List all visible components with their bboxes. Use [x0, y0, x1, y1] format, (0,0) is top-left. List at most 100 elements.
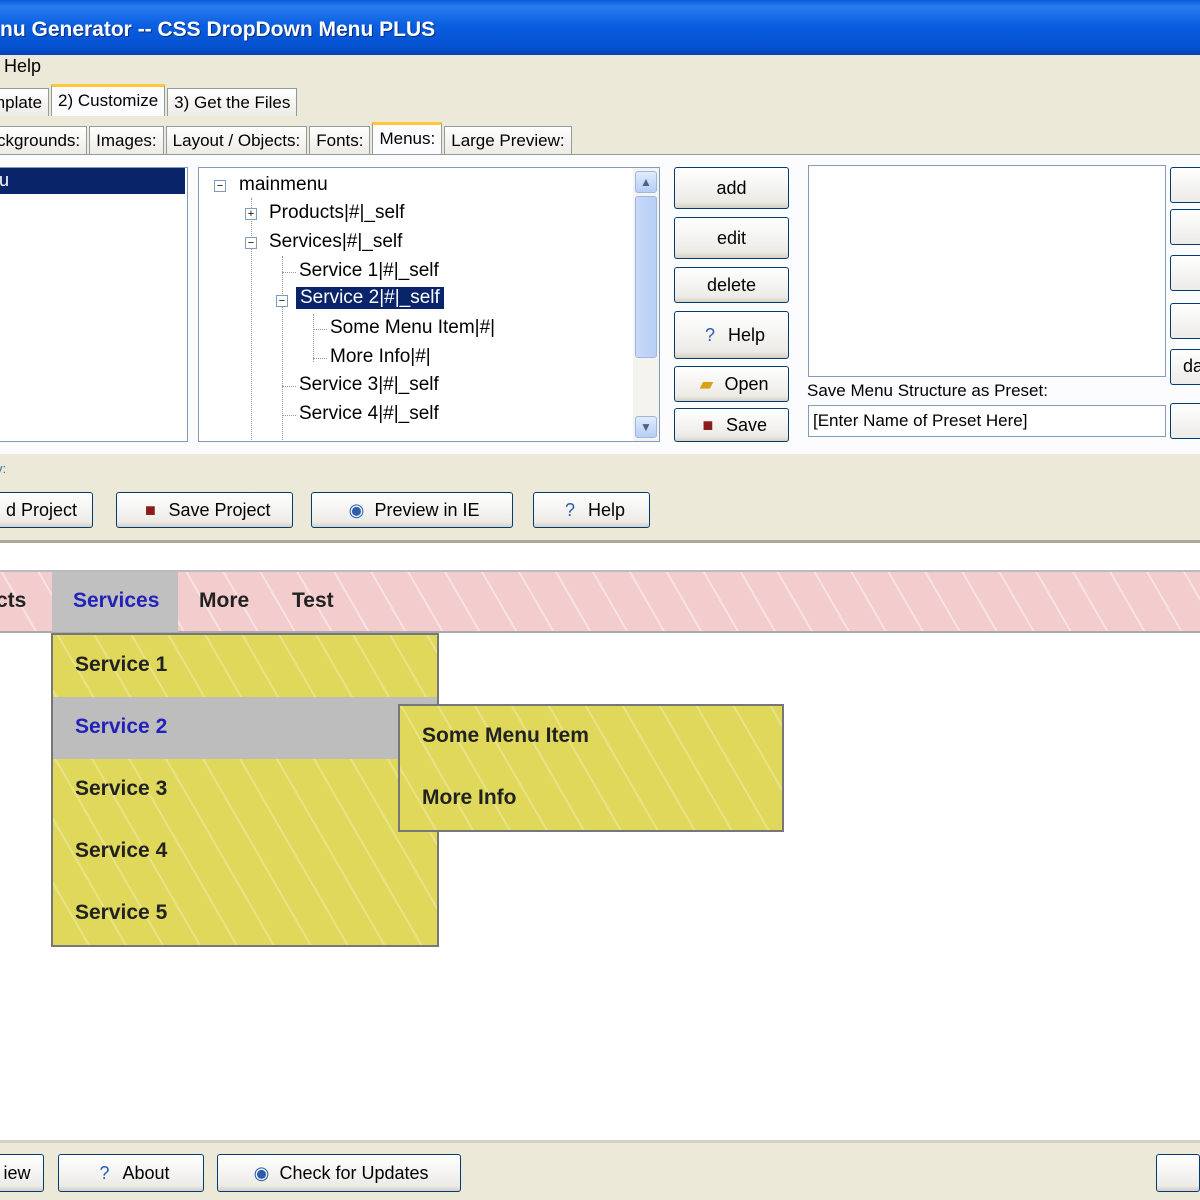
- preview-menu-products[interactable]: cts: [0, 572, 52, 632]
- preview-in-ie-button[interactable]: ◉ Preview in IE: [311, 492, 513, 528]
- menu-list-selected-item[interactable]: u: [0, 168, 185, 194]
- right-button-2[interactable]: [1170, 209, 1200, 245]
- menu-tree[interactable]: − mainmenu + Products|#|_self − Services…: [198, 167, 660, 442]
- help-icon: ?: [99, 1163, 110, 1183]
- menu-bar: Help: [0, 55, 1200, 81]
- check-updates-label: Check for Updates: [279, 1162, 429, 1183]
- edit-button[interactable]: edit: [674, 217, 789, 259]
- tree-node-service-3[interactable]: Service 3|#|_self: [299, 374, 439, 396]
- delete-button[interactable]: delete: [674, 267, 789, 303]
- add-button[interactable]: add: [674, 167, 789, 209]
- scroll-up-icon[interactable]: ▲: [635, 171, 657, 193]
- preview-dropdown-item[interactable]: Service 3: [53, 759, 437, 821]
- right-button-6[interactable]: [1170, 403, 1200, 439]
- tree-node-service-1[interactable]: Service 1|#|_self: [299, 260, 439, 282]
- right-button-5-label: da: [1183, 356, 1200, 376]
- save-project-button[interactable]: ■ Save Project: [116, 492, 293, 528]
- project-help-button[interactable]: ? Help: [533, 492, 650, 528]
- tree-node-mainmenu[interactable]: mainmenu: [239, 174, 328, 196]
- preset-name-input[interactable]: [Enter Name of Preset Here]: [808, 405, 1166, 437]
- tab-customize[interactable]: 2) Customize: [51, 84, 166, 116]
- tree-line: [313, 314, 314, 362]
- preview-submenu-item[interactable]: More Info: [400, 768, 782, 830]
- help-icon: ?: [564, 500, 575, 520]
- tree-line: [313, 358, 327, 359]
- preview-menu-more[interactable]: More: [199, 572, 249, 632]
- menu-help[interactable]: Help: [4, 56, 41, 76]
- preset-label: Save Menu Structure as Preset:: [807, 381, 1048, 400]
- tab-images[interactable]: Images:: [89, 126, 164, 154]
- tree-node-products[interactable]: Products|#|_self: [269, 202, 405, 224]
- check-updates-button[interactable]: ◉ Check for Updates: [217, 1154, 461, 1192]
- about-button[interactable]: ? About: [58, 1154, 204, 1192]
- preview-dropdown-item[interactable]: Service 5: [53, 883, 437, 945]
- menu-listbox[interactable]: u: [0, 167, 188, 442]
- tree-scrollbar[interactable]: ▲ ▼: [633, 168, 659, 441]
- right-button-3[interactable]: [1170, 255, 1200, 291]
- tree-node-some-menu-item[interactable]: Some Menu Item|#|: [330, 317, 495, 339]
- main-tabs: mplate 2) Customize 3) Get the Files: [0, 84, 299, 116]
- collapse-icon[interactable]: −: [214, 180, 226, 192]
- tab-template[interactable]: mplate: [0, 88, 50, 116]
- preset-list[interactable]: [808, 165, 1166, 377]
- eye-icon: ◉: [348, 500, 365, 520]
- preview-menu-bar: cts Services More Test: [0, 570, 1200, 633]
- preview-dropdown-item[interactable]: Service 2: [53, 697, 437, 759]
- view-button[interactable]: iew: [0, 1154, 44, 1192]
- save-project-label: Save Project: [168, 499, 271, 520]
- floppy-disk-icon: ■: [145, 500, 156, 520]
- sub-tabs: ckgrounds: Images: Layout / Objects: Fon…: [0, 122, 574, 154]
- preview-menu-test[interactable]: Test: [292, 572, 334, 632]
- save-label: Save: [725, 414, 768, 435]
- preview-submenu-item[interactable]: Some Menu Item: [400, 706, 782, 768]
- section-label: v:: [0, 461, 7, 476]
- tree-line: [282, 272, 296, 273]
- tree-help-label: Help: [727, 324, 766, 345]
- tab-layout-objects[interactable]: Layout / Objects:: [165, 126, 308, 154]
- menu-preview: cts Services More Test Service 1 Service…: [0, 540, 1200, 1140]
- tree-node-service-2[interactable]: Service 2|#|_self: [296, 287, 444, 309]
- scroll-thumb[interactable]: [635, 196, 657, 358]
- floppy-disk-icon: ■: [702, 415, 714, 435]
- tree-node-service-4[interactable]: Service 4|#|_self: [299, 403, 439, 425]
- preview-dropdown: Service 1 Service 2 Service 3 Service 4 …: [51, 633, 439, 947]
- load-project-button[interactable]: d Project: [0, 492, 93, 528]
- right-button-4[interactable]: [1170, 303, 1200, 339]
- window-title-bar[interactable]: nu Generator -- CSS DropDown Menu PLUS: [0, 0, 1200, 55]
- tree-line: [251, 198, 252, 441]
- expand-icon[interactable]: +: [245, 208, 257, 220]
- right-button-1[interactable]: [1170, 167, 1200, 203]
- collapse-icon[interactable]: −: [276, 295, 288, 307]
- preview-menu-services[interactable]: Services: [52, 572, 178, 632]
- tree-node-services[interactable]: Services|#|_self: [269, 231, 402, 253]
- tab-large-preview[interactable]: Large Preview:: [444, 126, 572, 154]
- preview-in-ie-label: Preview in IE: [374, 499, 480, 520]
- preview-dropdown-item[interactable]: Service 1: [53, 635, 437, 697]
- right-button-5[interactable]: da: [1170, 349, 1200, 385]
- view-label: iew: [3, 1162, 31, 1183]
- tab-fonts[interactable]: Fonts:: [309, 126, 371, 154]
- window-title: nu Generator -- CSS DropDown Menu PLUS: [0, 18, 436, 41]
- open-button[interactable]: ▰ Open: [674, 366, 789, 402]
- delete-label: delete: [706, 274, 757, 295]
- folder-open-icon: ▰: [699, 374, 714, 394]
- right-bottom-button[interactable]: [1156, 1154, 1200, 1192]
- tab-menus[interactable]: Menus:: [372, 122, 443, 154]
- collapse-icon[interactable]: −: [245, 237, 257, 249]
- add-label: add: [716, 177, 747, 198]
- load-project-label: d Project: [5, 499, 78, 520]
- tree-line: [282, 386, 296, 387]
- open-label: Open: [724, 373, 769, 394]
- tree-node-more-info[interactable]: More Info|#|: [330, 346, 431, 368]
- tab-backgrounds[interactable]: ckgrounds:: [0, 126, 88, 154]
- eye-icon: ◉: [253, 1163, 270, 1183]
- about-label: About: [122, 1162, 170, 1183]
- tab-get-files[interactable]: 3) Get the Files: [167, 88, 298, 116]
- scroll-down-icon[interactable]: ▼: [635, 416, 657, 438]
- preview-dropdown-item[interactable]: Service 4: [53, 821, 437, 883]
- preview-submenu: Some Menu Item More Info: [398, 704, 784, 832]
- tree-line: [282, 415, 296, 416]
- tree-help-button[interactable]: ? Help: [674, 311, 789, 359]
- project-help-label: Help: [587, 499, 626, 520]
- save-button[interactable]: ■ Save: [674, 408, 789, 442]
